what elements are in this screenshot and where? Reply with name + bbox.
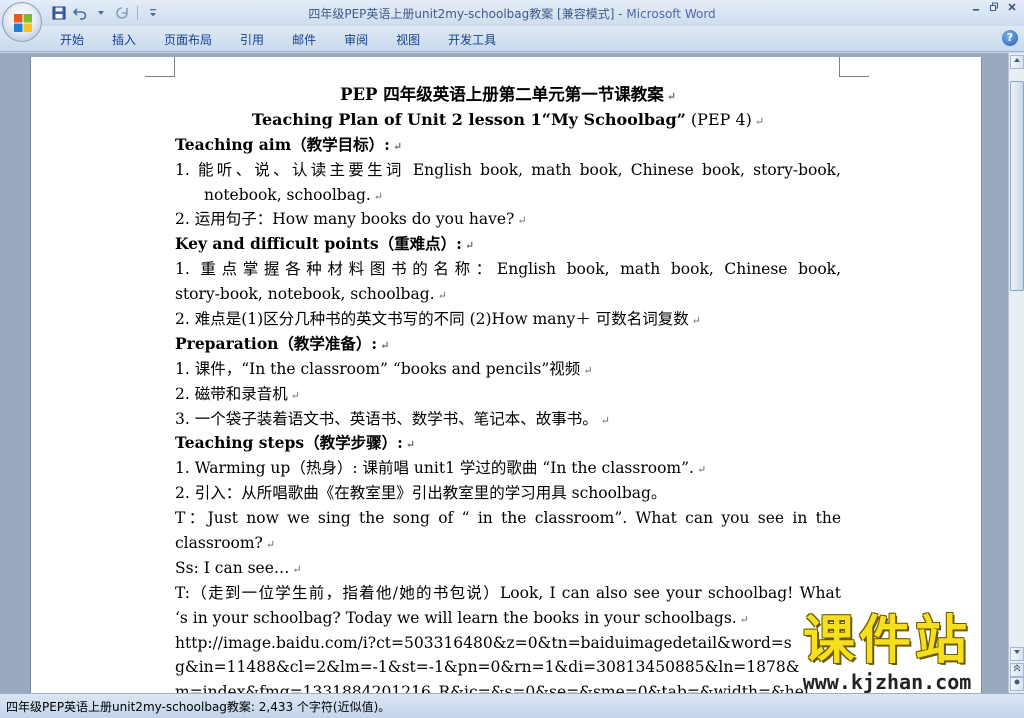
circle-icon xyxy=(1014,679,1020,685)
watermark-name: 课件站 xyxy=(802,611,971,671)
arrow-down-icon xyxy=(1014,650,1020,654)
section-heading-aim: Teaching aim（教学目标）: ↵ xyxy=(175,134,403,154)
previous-page-button[interactable] xyxy=(1010,663,1024,677)
watermark-logo: 课件站 www.kjzhan.com xyxy=(772,612,1002,696)
doc-subtitle: Teaching Plan of Unit 2 lesson 1“My Scho… xyxy=(251,109,765,129)
double-up-icon xyxy=(1013,664,1021,672)
dialog-teacher-1: T：Just now we sing the song of “ in the … xyxy=(175,509,841,528)
prep-item-2: 2. 磁带和录音机 ↵ xyxy=(175,384,300,403)
aim-item-2: 2. 运用句子：How many books do you have? ↵ xyxy=(175,210,527,229)
section-heading-preparation: Preparation（教学准备）: ↵ xyxy=(175,333,390,353)
key-item-2: 2. 难点是(1)区分几种书的英文书写的不同 (2)How many＋ 可数名词… xyxy=(175,310,701,329)
tab-home[interactable]: 开始 xyxy=(46,31,98,49)
title-bar: 四年级PEP英语上册unit2my-schoolbag教案 [兼容模式] - M… xyxy=(0,0,1024,26)
document-title: 四年级PEP英语上册unit2my-schoolbag教案 [兼容模式] - xyxy=(308,7,627,21)
section-heading-steps: Teaching steps（教学步骤）: ↵ xyxy=(175,433,416,453)
scroll-down-button[interactable] xyxy=(1010,647,1024,661)
tab-mailings[interactable]: 邮件 xyxy=(278,31,330,49)
office-logo-icon xyxy=(14,14,32,32)
dialog-teacher-2-cont: ‘s in your schoolbag? Today we will lear… xyxy=(175,608,749,627)
tab-insert[interactable]: 插入 xyxy=(98,31,150,49)
url-line-3: m=index&fmq=1331884201216_R&ic=&s=0&se=&… xyxy=(175,683,809,693)
minimize-button[interactable] xyxy=(968,2,984,16)
ribbon-tab-bar: 开始 插入 页面布局 引用 邮件 审阅 视图 开发工具 ? xyxy=(0,26,1024,52)
tab-developer[interactable]: 开发工具 xyxy=(434,31,510,49)
window-controls xyxy=(968,2,1020,16)
status-text: 四年级PEP英语上册unit2my-schoolbag教案: 2,433 个字符… xyxy=(6,700,391,714)
dialog-teacher-2: T:（走到一位学生前，指着他/她的书包说）Look, I can also se… xyxy=(175,583,841,602)
crop-mark-top-right xyxy=(839,57,869,77)
status-bar: 四年级PEP英语上册unit2my-schoolbag教案: 2,433 个字符… xyxy=(0,693,1024,718)
aim-item-1: 1. 能听、说、认读主要生词 English book, math book, … xyxy=(175,160,841,179)
dialog-teacher-1-cont: classroom? ↵ xyxy=(175,534,276,553)
close-icon xyxy=(1008,3,1016,11)
browse-object-button[interactable] xyxy=(1010,677,1024,691)
ribbon-tabs: 开始 插入 页面布局 引用 邮件 审阅 视图 开发工具 xyxy=(46,31,510,49)
vertical-scrollbar[interactable] xyxy=(1008,53,1024,693)
minimize-icon xyxy=(973,9,979,11)
watermark-url: www.kjzhan.com xyxy=(802,670,972,694)
step-item-2: 2. 引入：从所唱歌曲《在教室里》引出教室里的学习用具 schoolbag。 xyxy=(175,484,667,503)
window-title: 四年级PEP英语上册unit2my-schoolbag教案 [兼容模式] - M… xyxy=(0,5,1024,22)
url-line-2: g&in=11488&cl=2&lm=-1&st=-1&pn=0&rn=1&di… xyxy=(175,658,800,677)
tab-page-layout[interactable]: 页面布局 xyxy=(150,31,226,49)
crop-mark-top-left xyxy=(145,57,175,77)
document-page[interactable]: PEP 四年级英语上册第二单元第一节课教案 ↵ Teaching Plan of … xyxy=(30,57,982,693)
help-icon[interactable]: ? xyxy=(1002,30,1018,46)
restore-button[interactable] xyxy=(986,2,1002,16)
scroll-thumb[interactable] xyxy=(1010,81,1024,291)
close-button[interactable] xyxy=(1004,2,1020,16)
url-line-1: http://image.baidu.com/i?ct=503316480&z=… xyxy=(175,633,792,652)
key-item-1: 1. 重点掌握各种材料图书的名称：English book, math book… xyxy=(175,260,841,279)
section-heading-key: Key and difficult points（重难点）: ↵ xyxy=(175,234,475,254)
restore-icon xyxy=(990,2,998,11)
tab-references[interactable]: 引用 xyxy=(226,31,278,49)
office-button[interactable] xyxy=(2,2,42,42)
scroll-up-button[interactable] xyxy=(1010,55,1024,69)
dialog-students: Ss: I can see… ↵ xyxy=(175,558,302,577)
app-name: Microsoft Word xyxy=(626,7,716,21)
document-area[interactable]: PEP 四年级英语上册第二单元第一节课教案 ↵ Teaching Plan of … xyxy=(0,53,1008,693)
tab-view[interactable]: 视图 xyxy=(382,31,434,49)
tab-review[interactable]: 审阅 xyxy=(330,31,382,49)
key-item-1-cont: story-book, notebook, schoolbag. ↵ xyxy=(175,285,447,304)
step-item-1: 1. Warming up（热身）: 课前唱 unit1 学过的歌曲 “In t… xyxy=(175,459,707,478)
aim-item-1-cont: notebook, schoolbag. ↵ xyxy=(204,185,384,204)
prep-item-1: 1. 课件，“In the classroom” “books and penc… xyxy=(175,359,593,378)
document-body[interactable]: PEP 四年级英语上册第二单元第一节课教案 ↵ Teaching Plan of … xyxy=(175,83,841,693)
doc-title: PEP 四年级英语上册第二单元第一节课教案 ↵ xyxy=(340,85,676,104)
arrow-up-icon xyxy=(1014,58,1020,62)
prep-item-3: 3. 一个袋子装着语文书、英语书、数学书、笔记本、故事书。 ↵ xyxy=(175,409,610,428)
